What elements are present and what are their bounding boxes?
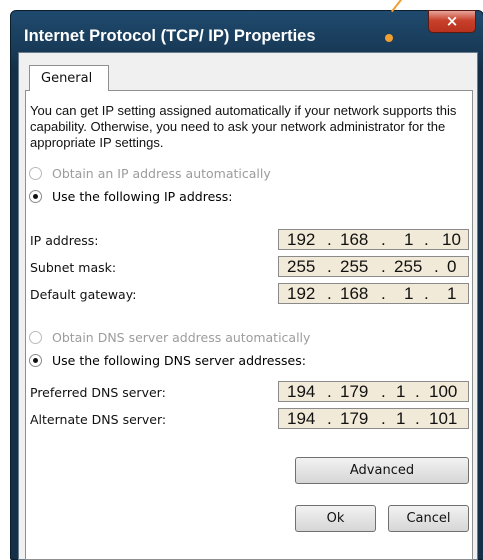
gateway-octet-1: 192 [287, 284, 316, 303]
subnet-mask-label: Subnet mask: [30, 260, 117, 275]
obtain-ip-auto-radio[interactable] [29, 167, 42, 180]
window-title: Internet Protocol (TCP/ IP) Properties [24, 27, 316, 45]
pdns-octet-4: 100 [429, 382, 458, 401]
subnet-octet-4: 0 [447, 257, 457, 276]
pdns-octet-3: 1 [396, 382, 406, 401]
preferred-dns-label: Preferred DNS server: [30, 385, 166, 400]
close-button[interactable]: × [428, 10, 476, 33]
subnet-mask-field[interactable]: 255 . 255 . 255 . 0 [278, 256, 469, 277]
description-text: You can get IP setting assigned automati… [30, 103, 457, 150]
adns-octet-3: 1 [396, 409, 406, 428]
preferred-dns-field[interactable]: 194 . 179 . 1 . 100 [278, 381, 469, 402]
adns-octet-2: 179 [340, 409, 369, 428]
tab-general[interactable]: General [29, 65, 109, 91]
annotation-dot [385, 34, 393, 42]
radio-selected-dot [33, 358, 38, 363]
subnet-octet-3: 255 [394, 257, 423, 276]
pdns-octet-1: 194 [287, 382, 316, 401]
obtain-dns-auto-label: Obtain DNS server address automatically [52, 330, 311, 345]
ip-address-label: IP address: [30, 233, 99, 248]
radio-selected-dot [33, 194, 38, 199]
ok-button[interactable]: Ok [295, 505, 376, 532]
close-icon: × [445, 12, 459, 30]
use-following-ip-label: Use the following IP address: [52, 189, 233, 204]
alternate-dns-label: Alternate DNS server: [30, 412, 167, 427]
ip-octet-3: 1 [404, 230, 414, 249]
alternate-dns-field[interactable]: 194 . 179 . 1 . 101 [278, 408, 469, 429]
use-following-ip-radio[interactable] [29, 190, 42, 203]
obtain-ip-auto-label: Obtain an IP address automatically [52, 166, 271, 181]
annotation-pointer [391, 0, 419, 13]
subnet-octet-1: 255 [287, 257, 316, 276]
ip-address-field[interactable]: 192 . 168 . 1 . 10 [278, 229, 469, 250]
gateway-octet-3: 1 [404, 284, 414, 303]
gateway-octet-2: 168 [340, 284, 369, 303]
subnet-octet-2: 255 [340, 257, 369, 276]
use-following-dns-radio[interactable] [29, 354, 42, 367]
use-following-dns-label: Use the following DNS server addresses: [52, 353, 306, 368]
ip-octet-2: 168 [340, 230, 369, 249]
ip-octet-1: 192 [287, 230, 316, 249]
default-gateway-label: Default gateway: [30, 287, 137, 302]
gateway-octet-4: 1 [447, 284, 457, 303]
pdns-octet-2: 179 [340, 382, 369, 401]
dialog-client-area: General You can get IP setting assigned … [18, 52, 478, 560]
cancel-button[interactable]: Cancel [388, 505, 469, 532]
default-gateway-field[interactable]: 192 . 168 . 1 . 1 [278, 283, 469, 304]
obtain-dns-auto-radio[interactable] [29, 331, 42, 344]
dialog-window: Internet Protocol (TCP/ IP) Properties ×… [10, 0, 483, 560]
adns-octet-1: 194 [287, 409, 316, 428]
general-panel: You can get IP setting assigned automati… [25, 90, 473, 560]
adns-octet-4: 101 [429, 409, 458, 428]
advanced-button[interactable]: Advanced [295, 457, 469, 484]
ip-octet-4: 10 [442, 230, 461, 249]
